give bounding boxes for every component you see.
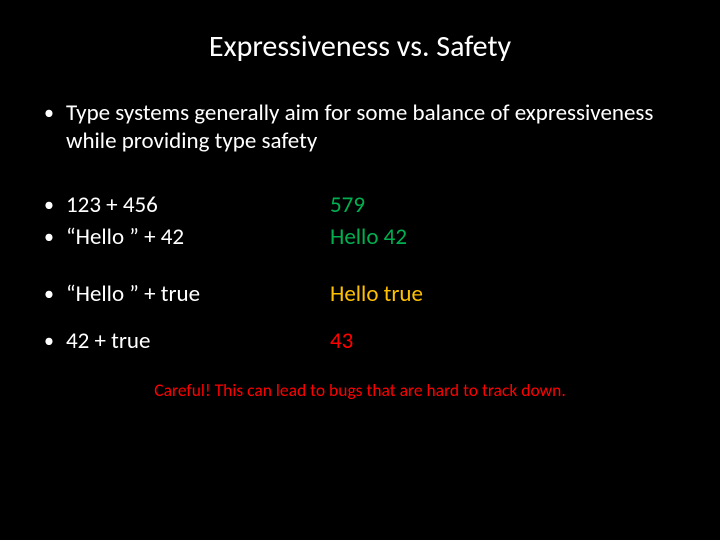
expression: 42 + true <box>66 327 150 355</box>
intro-text: Type systems generally aim for some bala… <box>66 99 653 155</box>
result: Hello true <box>330 280 680 309</box>
intro-paragraph: • Type systems generally aim for some ba… <box>40 99 680 155</box>
bullet-icon: • <box>44 329 54 355</box>
expression: “Hello ” + true <box>66 280 200 308</box>
bullet-icon: • <box>44 225 54 251</box>
result: 579 <box>330 191 680 220</box>
bullet-icon: • <box>44 282 54 308</box>
result: 43 <box>330 327 680 356</box>
example-row: • 42 + true 43 <box>40 327 680 356</box>
bullet-icon: • <box>44 101 54 125</box>
slide: Expressiveness vs. Safety • Type systems… <box>0 0 720 540</box>
expression: 123 + 456 <box>66 191 158 219</box>
bullet-icon: • <box>44 193 54 219</box>
example-row: • 123 + 456 579 <box>40 191 680 220</box>
caption-warning: Careful! This can lead to bugs that are … <box>40 379 680 401</box>
slide-title: Expressiveness vs. Safety <box>40 28 680 65</box>
example-row: • “Hello ” + 42 Hello 42 <box>40 223 680 252</box>
expression: “Hello ” + 42 <box>66 223 184 251</box>
result: Hello 42 <box>330 223 680 252</box>
example-row: • “Hello ” + true Hello true <box>40 280 680 309</box>
